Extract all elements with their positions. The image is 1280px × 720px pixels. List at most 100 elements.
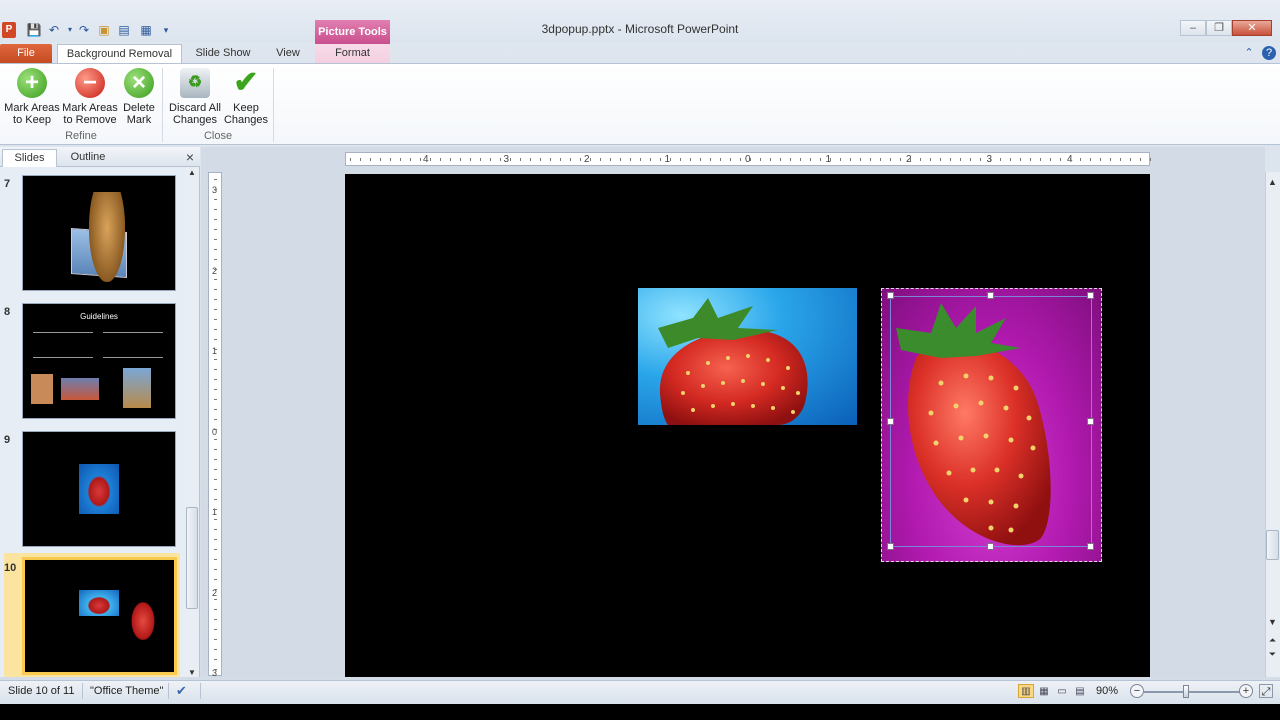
ruler-tick bbox=[650, 158, 651, 161]
spell-check-icon[interactable]: ✔ bbox=[176, 683, 192, 699]
mark-areas-to-keep-button[interactable]: + Mark Areas to Keep bbox=[4, 66, 60, 128]
ruler-tick bbox=[970, 158, 971, 161]
ruler-tick bbox=[470, 158, 471, 161]
slides-scroll-thumb[interactable] bbox=[186, 507, 198, 609]
resize-handle[interactable] bbox=[887, 543, 894, 550]
customize-qat-icon[interactable]: ▾ bbox=[158, 22, 174, 38]
ruler-tick bbox=[214, 589, 217, 590]
close-pane-icon[interactable]: × bbox=[183, 150, 197, 164]
ruler-tick bbox=[214, 639, 217, 640]
print-icon[interactable]: ▦ bbox=[138, 22, 154, 38]
ruler-tick bbox=[360, 158, 361, 161]
powerpoint-logo-icon[interactable]: P bbox=[2, 22, 16, 38]
keep-changes-button[interactable]: ✔ Keep Changes bbox=[222, 66, 270, 128]
thumb-photo bbox=[61, 378, 99, 400]
slide-number: 7 bbox=[4, 178, 11, 190]
ruler-tick bbox=[740, 158, 741, 161]
scroll-down-icon[interactable]: ▼ bbox=[1266, 616, 1279, 628]
slide-sorter-view-icon[interactable]: ▦ bbox=[1036, 684, 1052, 698]
ruler-tick bbox=[820, 158, 821, 161]
resize-handle[interactable] bbox=[1087, 418, 1094, 425]
slide-thumbnail-8[interactable]: Guidelines bbox=[22, 303, 176, 419]
fit-to-window-icon[interactable]: ⤢ bbox=[1259, 684, 1273, 698]
ruler-tick bbox=[460, 158, 461, 161]
tab-background-removal[interactable]: Background Removal bbox=[57, 44, 182, 64]
resize-handle[interactable] bbox=[1087, 543, 1094, 550]
ruler-tick bbox=[214, 379, 217, 380]
ruler-tick bbox=[690, 158, 691, 161]
resize-handle[interactable] bbox=[987, 292, 994, 299]
editor-scrollbar[interactable] bbox=[1265, 172, 1280, 677]
ruler-tick bbox=[540, 158, 541, 161]
editor-scroll-thumb[interactable] bbox=[1266, 530, 1279, 560]
ruler-tick bbox=[214, 369, 217, 370]
next-slide-icon[interactable]: ⏷ bbox=[1266, 648, 1279, 660]
slide-thumbnail-9[interactable] bbox=[22, 431, 176, 547]
ruler-tick bbox=[214, 619, 217, 620]
ruler-tick bbox=[214, 219, 217, 220]
slide-thumbnail-10[interactable] bbox=[22, 557, 177, 675]
plus-icon: + bbox=[17, 68, 47, 98]
ruler-tick bbox=[770, 158, 771, 161]
slide-show-view-icon[interactable]: ▤ bbox=[1072, 684, 1088, 698]
ruler-tick bbox=[214, 419, 217, 420]
tab-file[interactable]: File bbox=[0, 44, 52, 64]
resize-handle[interactable] bbox=[987, 543, 994, 550]
ruler-tick bbox=[420, 158, 421, 161]
scroll-down-icon[interactable]: ▼ bbox=[186, 668, 198, 678]
slide-thumbnail-7[interactable] bbox=[22, 175, 176, 291]
save-icon[interactable]: 💾 bbox=[26, 22, 42, 38]
discard-all-changes-button[interactable]: ♻ Discard All Changes bbox=[166, 66, 224, 128]
background-removal-marquee[interactable] bbox=[890, 296, 1092, 547]
ruler-tick bbox=[790, 158, 791, 161]
zoom-slider-track[interactable] bbox=[1144, 691, 1240, 693]
help-icon[interactable]: ? bbox=[1262, 46, 1276, 60]
close-button[interactable]: ✕ bbox=[1232, 20, 1272, 36]
ruler-labels: 432101234 bbox=[346, 153, 1151, 167]
zoom-out-button[interactable]: − bbox=[1130, 684, 1144, 698]
thumb-title: Guidelines bbox=[80, 312, 118, 321]
minus-icon: − bbox=[75, 68, 105, 98]
ruler-tick bbox=[500, 158, 501, 161]
mark-areas-to-remove-button[interactable]: − Mark Areas to Remove bbox=[62, 66, 118, 128]
resize-handle[interactable] bbox=[887, 418, 894, 425]
open-icon[interactable]: ▣ bbox=[96, 22, 112, 38]
resize-handle[interactable] bbox=[1087, 292, 1094, 299]
redo-icon[interactable]: ↷ bbox=[76, 22, 92, 38]
restore-button[interactable]: ❐ bbox=[1206, 20, 1232, 36]
zoom-in-button[interactable]: + bbox=[1239, 684, 1253, 698]
ruler-tick bbox=[350, 158, 351, 161]
tab-slides[interactable]: Slides bbox=[2, 149, 57, 167]
delete-mark-button[interactable]: × Delete Mark bbox=[120, 66, 158, 128]
zoom-level[interactable]: 90% bbox=[1096, 685, 1118, 697]
ruler-tick bbox=[1010, 158, 1011, 161]
tab-slide-show[interactable]: Slide Show bbox=[186, 44, 260, 64]
scroll-up-icon[interactable]: ▲ bbox=[1266, 176, 1279, 188]
scroll-up-icon[interactable]: ▲ bbox=[186, 168, 198, 178]
undo-icon[interactable]: ↶ bbox=[46, 22, 62, 38]
ruler-tick bbox=[930, 158, 931, 161]
powerpoint-window: P 💾 ↶ ▾ ↷ ▣ ▤ ▦ ▾ Picture Tools 3dpopup.… bbox=[0, 0, 1280, 720]
theme-name[interactable]: "Office Theme" bbox=[90, 685, 163, 697]
ruler-tick bbox=[510, 158, 511, 161]
tab-format[interactable]: Format bbox=[315, 44, 390, 64]
minimize-button[interactable]: – bbox=[1180, 20, 1206, 36]
reading-view-icon[interactable]: ▭ bbox=[1054, 684, 1070, 698]
tab-view[interactable]: View bbox=[266, 44, 310, 64]
ruler-tick-label: 3 bbox=[503, 154, 510, 165]
minimize-ribbon-icon[interactable]: ⌃ bbox=[1242, 46, 1256, 60]
ruler-tick bbox=[1050, 158, 1051, 161]
normal-view-icon[interactable]: ▥ bbox=[1018, 684, 1034, 698]
ruler-tick bbox=[214, 259, 217, 260]
resize-handle[interactable] bbox=[887, 292, 894, 299]
ruler-tick-label: 0 bbox=[212, 426, 218, 437]
tab-outline[interactable]: Outline bbox=[59, 149, 117, 167]
status-separator bbox=[82, 683, 83, 699]
previous-slide-icon[interactable]: ⏶ bbox=[1266, 634, 1279, 646]
zoom-slider-knob[interactable] bbox=[1183, 685, 1189, 698]
strawberry-photo-blue[interactable] bbox=[638, 288, 857, 425]
print-preview-icon[interactable]: ▤ bbox=[116, 22, 132, 38]
ruler-tick bbox=[830, 158, 831, 161]
ruler-tick bbox=[214, 239, 217, 240]
ruler-tick bbox=[214, 329, 217, 330]
